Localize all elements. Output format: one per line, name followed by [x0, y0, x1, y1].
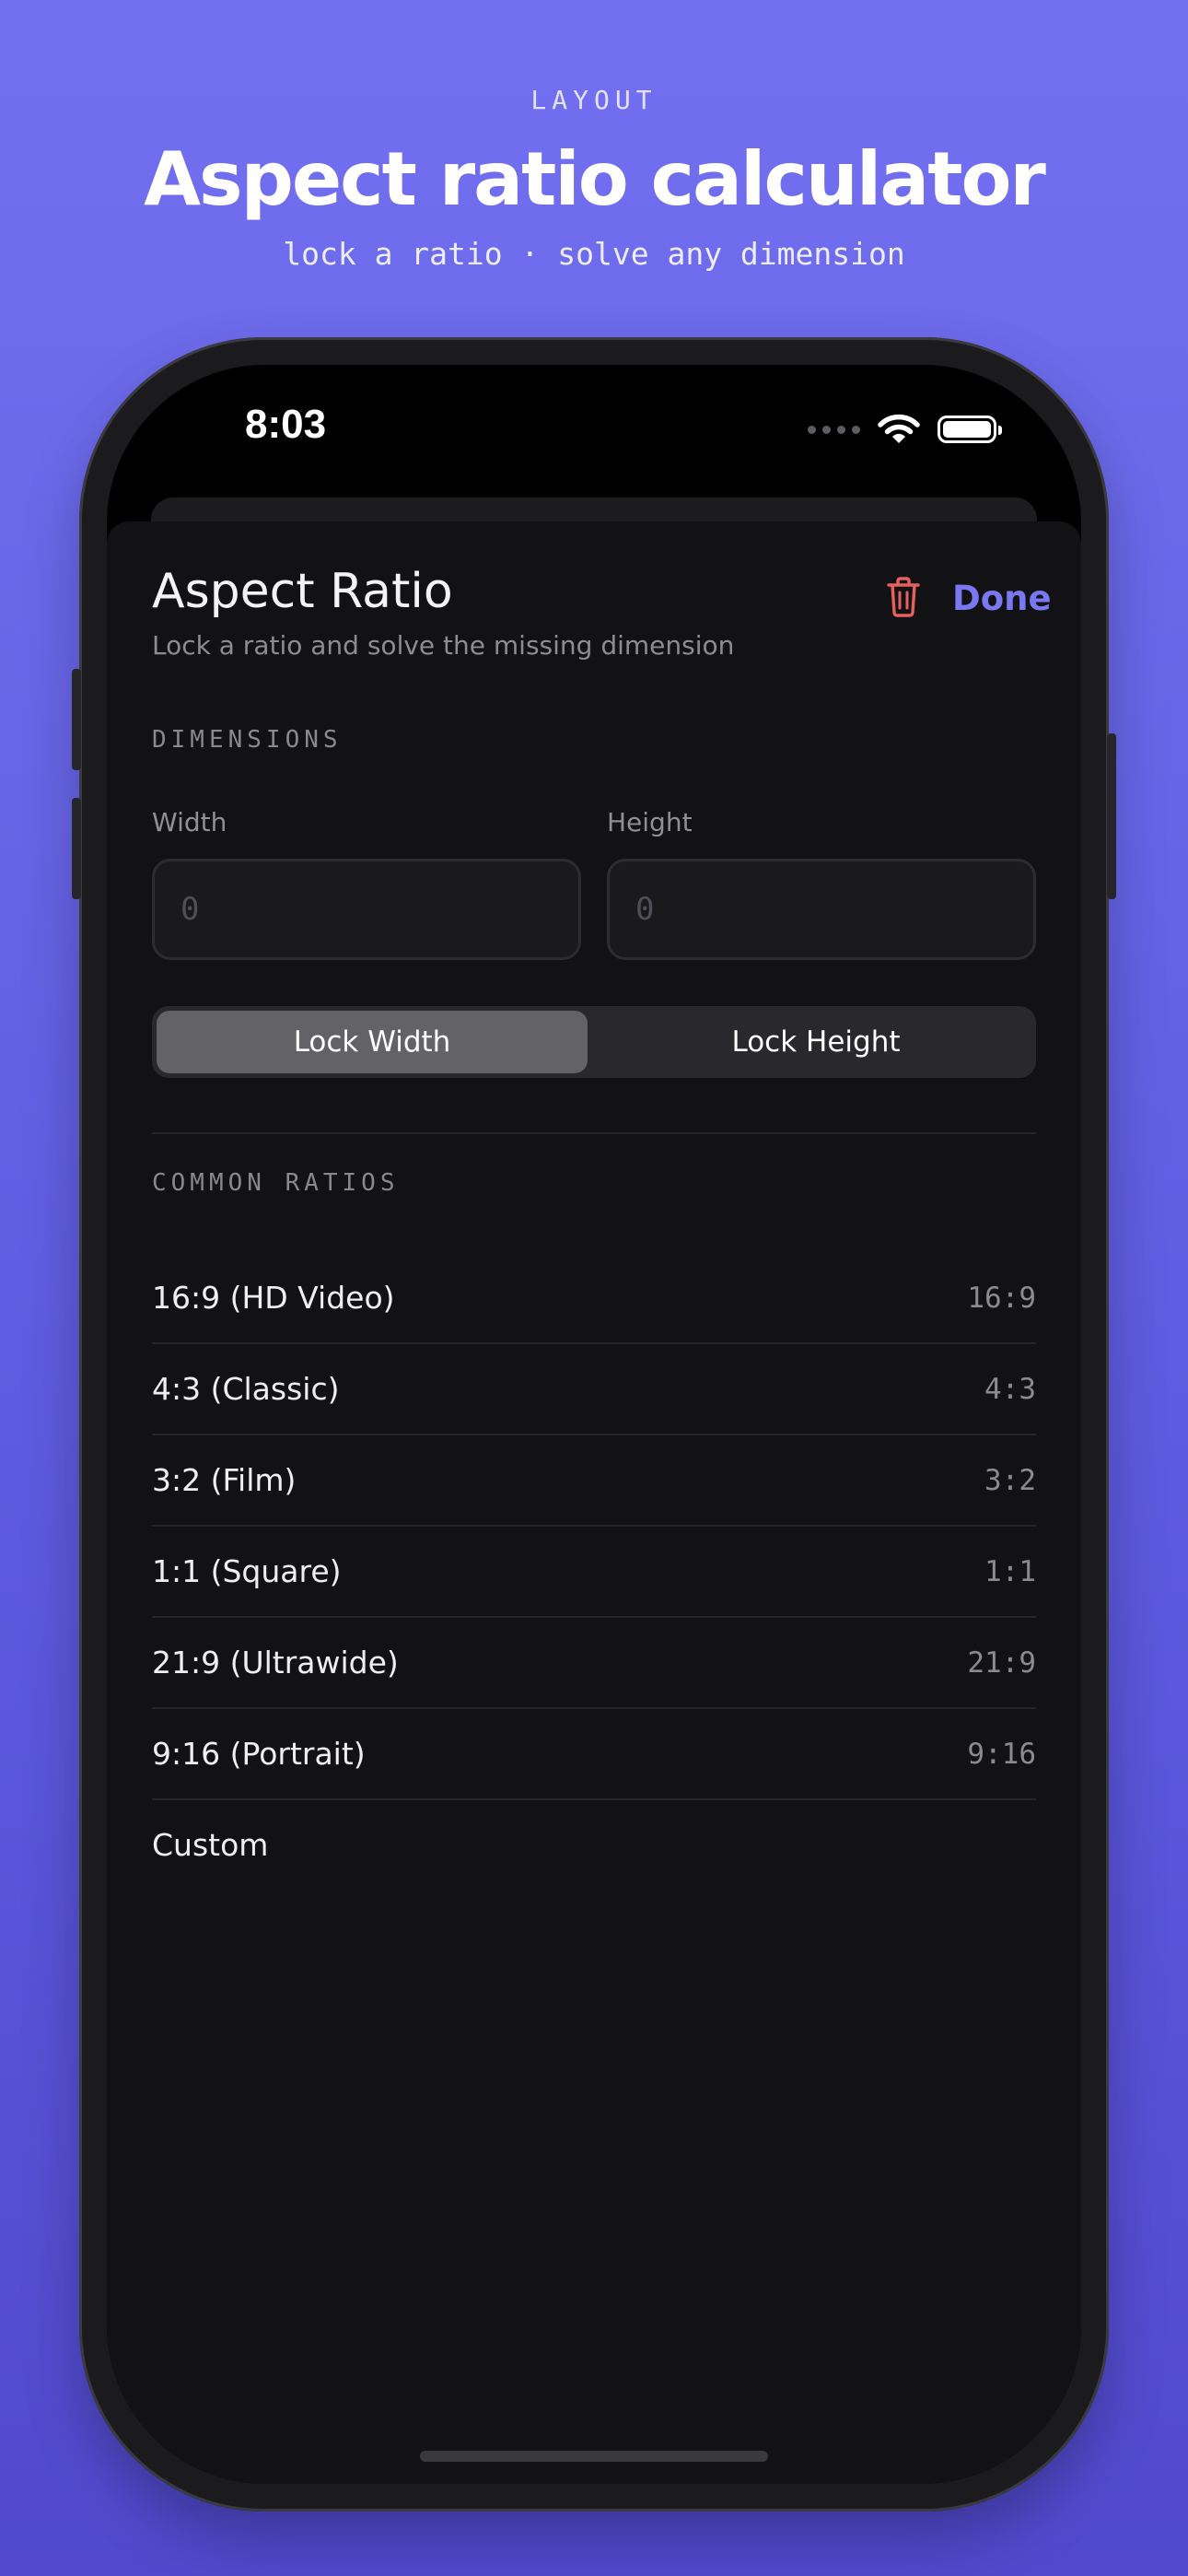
ratio-row-4-3[interactable]: 4:3 (Classic) 4:3 — [152, 1344, 1036, 1435]
lock-width-segment[interactable]: Lock Width — [157, 1011, 588, 1073]
done-button[interactable]: Done — [952, 579, 1052, 618]
ratio-value: 21:9 — [967, 1645, 1036, 1680]
ratio-name: 4:3 (Classic) — [152, 1371, 340, 1407]
ratio-name: Custom — [152, 1827, 269, 1863]
ratio-row-1-1[interactable]: 1:1 (Square) 1:1 — [152, 1527, 1036, 1618]
dimensions-section-label: DIMENSIONS — [152, 726, 343, 754]
status-time: 8:03 — [245, 402, 327, 447]
hero-tagline: lock a ratio · solve any dimension — [283, 236, 905, 272]
lock-height-segment[interactable]: Lock Height — [600, 1011, 1031, 1073]
signal-dots-icon — [808, 425, 860, 434]
hero-title: Aspect ratio calculator — [144, 136, 1046, 222]
section-divider — [152, 1132, 1036, 1134]
phone-screen: 8:03 Aspect Ratio Lock a ratio and solve… — [107, 365, 1081, 2484]
width-label: Width — [152, 807, 227, 837]
lock-segmented-control: Lock Width Lock Height — [152, 1006, 1036, 1078]
ratio-row-3-2[interactable]: 3:2 (Film) 3:2 — [152, 1435, 1036, 1527]
height-label: Height — [607, 807, 693, 837]
home-indicator[interactable] — [420, 2451, 768, 2462]
ratio-row-21-9[interactable]: 21:9 (Ultrawide) 21:9 — [152, 1618, 1036, 1709]
aspect-ratio-sheet: Aspect Ratio Lock a ratio and solve the … — [107, 521, 1081, 2484]
trash-icon[interactable] — [887, 577, 920, 617]
sheet-title: Aspect Ratio — [152, 564, 453, 619]
ratio-name: 1:1 (Square) — [152, 1553, 342, 1589]
ratio-name: 3:2 (Film) — [152, 1462, 297, 1498]
hero-eyebrow: LAYOUT — [530, 85, 658, 115]
sheet-subtitle: Lock a ratio and solve the missing dimen… — [152, 630, 735, 661]
ratio-value: 3:2 — [984, 1463, 1036, 1497]
ratio-list: 16:9 (HD Video) 16:9 4:3 (Classic) 4:3 3… — [152, 1253, 1036, 1890]
ratio-row-16-9[interactable]: 16:9 (HD Video) 16:9 — [152, 1253, 1036, 1344]
common-ratios-section-label: COMMON RATIOS — [152, 1169, 400, 1197]
status-indicators — [808, 413, 1002, 446]
battery-icon — [938, 416, 1002, 443]
ratio-row-9-16[interactable]: 9:16 (Portrait) 9:16 — [152, 1709, 1036, 1800]
height-input[interactable] — [607, 859, 1036, 960]
ratio-value: 4:3 — [984, 1372, 1036, 1406]
ratio-value: 16:9 — [967, 1281, 1036, 1315]
side-button — [1107, 733, 1116, 899]
volume-down-button — [72, 798, 81, 899]
ratio-name: 16:9 (HD Video) — [152, 1280, 395, 1316]
ratio-value: 1:1 — [984, 1554, 1036, 1588]
volume-up-button — [72, 669, 81, 770]
wifi-icon — [878, 414, 920, 443]
ratio-value: 9:16 — [967, 1737, 1036, 1771]
width-input[interactable] — [152, 859, 581, 960]
ratio-name: 9:16 (Portrait) — [152, 1736, 366, 1772]
ratio-name: 21:9 (Ultrawide) — [152, 1645, 399, 1680]
ratio-row-custom[interactable]: Custom — [152, 1800, 1036, 1890]
